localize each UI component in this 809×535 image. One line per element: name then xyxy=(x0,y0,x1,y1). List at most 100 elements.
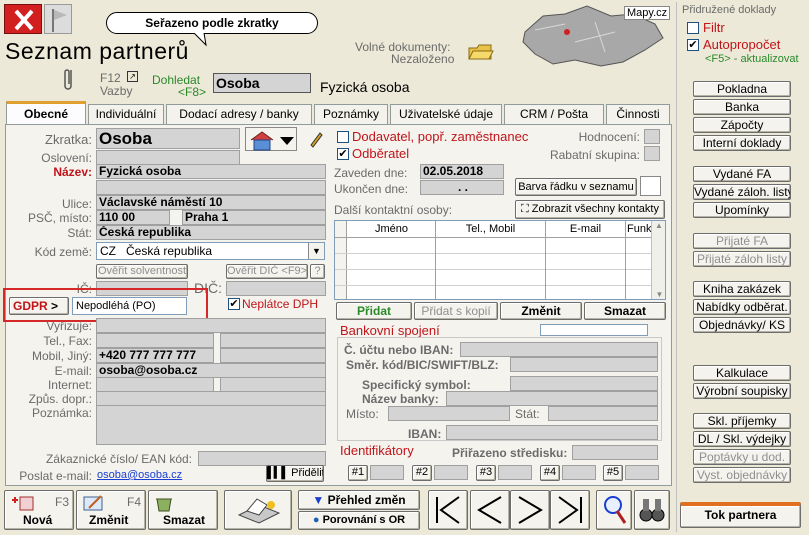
overit-dic-button[interactable]: Ověřit DIČ <F9> xyxy=(226,264,308,279)
prehled-zmen-button[interactable]: ▼ Přehled změn xyxy=(298,490,420,510)
bank-selector[interactable] xyxy=(540,324,648,336)
id4-button[interactable]: #4 xyxy=(540,465,560,481)
ulice-field[interactable]: Václavské náměstí 10 xyxy=(96,195,326,210)
search-button[interactable] xyxy=(596,490,632,530)
dl-vydejky-button[interactable]: DL / Skl. výdejky xyxy=(693,431,791,447)
nazev-field[interactable]: Fyzická osoba xyxy=(96,164,326,179)
porovnani-or-button[interactable]: ● Porovnání s OR xyxy=(298,511,420,530)
poznamka-field[interactable] xyxy=(96,405,326,445)
smer-kod-field[interactable] xyxy=(510,357,658,372)
banka-button[interactable]: Banka xyxy=(693,99,791,115)
col-jmeno[interactable]: Jméno xyxy=(348,223,435,235)
tab-obecne[interactable]: Obecné xyxy=(6,101,86,125)
internet2-field[interactable] xyxy=(220,377,326,392)
nazev-banky-field[interactable] xyxy=(446,391,658,406)
nova-button[interactable]: F3 Nová xyxy=(4,490,74,530)
id5-button[interactable]: #5 xyxy=(603,465,623,481)
id3-button[interactable]: #3 xyxy=(476,465,496,481)
id3-field[interactable] xyxy=(498,465,532,480)
help-button[interactable]: ? xyxy=(310,264,325,279)
tab-cinnosti[interactable]: Činnosti xyxy=(606,104,670,124)
misto-banky-field[interactable] xyxy=(388,406,510,421)
zobrazit-kontakty-button[interactable]: ⛶ Zobrazit všechny kontakty xyxy=(515,200,665,219)
expand-icon[interactable]: ↗ xyxy=(127,71,138,82)
barva-radku-button[interactable]: Barva řádku v seznamu xyxy=(515,178,637,196)
osloveni-field[interactable] xyxy=(96,150,240,165)
contacts-table[interactable]: Jméno Tel., Mobil E-mail Funk ▲ ▼ xyxy=(334,220,666,300)
pokladna-button[interactable]: Pokladna xyxy=(693,81,791,97)
gdpr-button[interactable]: GDPR > xyxy=(9,297,69,315)
vyrobni-soupisky-button[interactable]: Výrobní soupisky xyxy=(693,383,791,399)
zmenit-kontakt-button[interactable]: Změnit xyxy=(500,302,582,320)
tab-poznamky[interactable]: Poznámky xyxy=(314,104,388,124)
poptavky-button[interactable]: Poptávky u dod. xyxy=(693,449,791,465)
kod-zeme-select[interactable]: CZ Česká republika ▼ xyxy=(96,242,325,260)
next-record-button[interactable] xyxy=(510,490,550,530)
jiny-field[interactable] xyxy=(220,348,326,363)
dic-field[interactable] xyxy=(226,281,326,296)
hodnoceni-field[interactable] xyxy=(644,129,660,144)
email-field[interactable]: osoba@osoba.cz xyxy=(96,363,326,378)
first-record-button[interactable] xyxy=(428,490,468,530)
calendar-icon[interactable] xyxy=(245,127,297,151)
pridat-kontakt-button[interactable]: Přidat xyxy=(336,302,412,320)
overit-solventnost-button[interactable]: Ověřit solventnost xyxy=(96,264,188,279)
id2-button[interactable]: #2 xyxy=(412,465,432,481)
chevron-down-icon[interactable]: ▼ xyxy=(308,243,324,259)
map-link[interactable]: Mapy.cz xyxy=(624,6,671,20)
rabat-field[interactable] xyxy=(644,146,660,161)
stredisko-field[interactable] xyxy=(572,445,658,460)
fax-field[interactable] xyxy=(220,333,326,348)
smazat-button[interactable]: Smazat xyxy=(148,490,218,530)
col-funkce[interactable]: Funk xyxy=(627,223,651,235)
close-button[interactable] xyxy=(4,4,42,34)
upominky-button[interactable]: Upomínky xyxy=(693,202,791,218)
tok-partnera-button[interactable]: Tok partnera xyxy=(680,502,801,528)
vyst-objednavky-button[interactable]: Vyst. objednávky xyxy=(693,467,791,483)
id1-button[interactable]: #1 xyxy=(348,465,368,481)
internet-field[interactable] xyxy=(96,377,214,392)
pridelit-button[interactable]: ▌▍▌ Přidělit xyxy=(266,465,324,482)
id5-field[interactable] xyxy=(625,465,659,480)
autoprop-checkbox[interactable]: ✔ xyxy=(687,39,699,51)
filtr-checkbox[interactable] xyxy=(687,22,699,34)
col-email[interactable]: E-mail xyxy=(546,223,625,235)
tab-crm-posta[interactable]: CRM / Pošta xyxy=(504,104,604,124)
mobil-field[interactable]: +420 777 777 777 xyxy=(96,348,214,363)
ucet-field[interactable] xyxy=(460,342,658,357)
col-tel[interactable]: Tel., Mobil xyxy=(436,223,545,235)
stat-field[interactable]: Česká republika xyxy=(96,225,326,240)
interni-doklady-button[interactable]: Interní doklady xyxy=(693,135,791,151)
objednavky-button[interactable]: Objednávky/ KS xyxy=(693,317,791,333)
gdpr-value[interactable]: Nepodléhá (PO) xyxy=(72,297,187,315)
spec-symbol-field[interactable] xyxy=(510,376,658,391)
kalkulace-button[interactable]: Kalkulace xyxy=(693,365,791,381)
kniha-zakazek-button[interactable]: Kniha zakázek xyxy=(693,281,791,297)
misto-field[interactable]: Praha 1 xyxy=(182,210,326,225)
poslat-email-link[interactable]: osoba@osoba.cz xyxy=(97,469,182,481)
nabidky-button[interactable]: Nabídky odběrat. xyxy=(693,299,791,315)
tab-dodaci-adresy[interactable]: Dodací adresy / banky xyxy=(166,104,312,124)
vydane-fa-button[interactable]: Vydané FA xyxy=(693,166,791,182)
last-record-button[interactable] xyxy=(550,490,590,530)
search-input[interactable]: Osoba xyxy=(213,73,311,93)
smazat-kontakt-button[interactable]: Smazat xyxy=(584,302,666,320)
ukoncen-field[interactable]: . . xyxy=(420,180,504,195)
pridat-kopii-button[interactable]: Přidat s kopií xyxy=(414,302,498,320)
iban-field[interactable] xyxy=(446,425,658,440)
tab-uzivatelske-udaje[interactable]: Uživatelské údaje xyxy=(390,104,502,124)
id4-field[interactable] xyxy=(562,465,596,480)
ean-field[interactable] xyxy=(198,451,326,466)
flag-icon[interactable] xyxy=(44,4,72,34)
psc-field[interactable]: 110 00 xyxy=(96,210,170,225)
zaveden-field[interactable]: 02.05.2018 xyxy=(420,164,504,179)
skl-prijemky-button[interactable]: Skl. příjemky xyxy=(693,413,791,429)
binoculars-button[interactable] xyxy=(634,490,670,530)
odberatel-checkbox[interactable]: ✔ xyxy=(337,148,349,160)
prijate-zaloh-button[interactable]: Přijaté záloh listy xyxy=(693,251,791,267)
dodavatel-checkbox[interactable] xyxy=(337,131,349,143)
nazev2-field[interactable] xyxy=(96,180,326,195)
zkratka-field[interactable]: Osoba xyxy=(96,128,240,149)
vydane-zaloh-button[interactable]: Vydané záloh. listy xyxy=(693,184,791,200)
zpusob-dopravy-field[interactable] xyxy=(96,391,326,406)
